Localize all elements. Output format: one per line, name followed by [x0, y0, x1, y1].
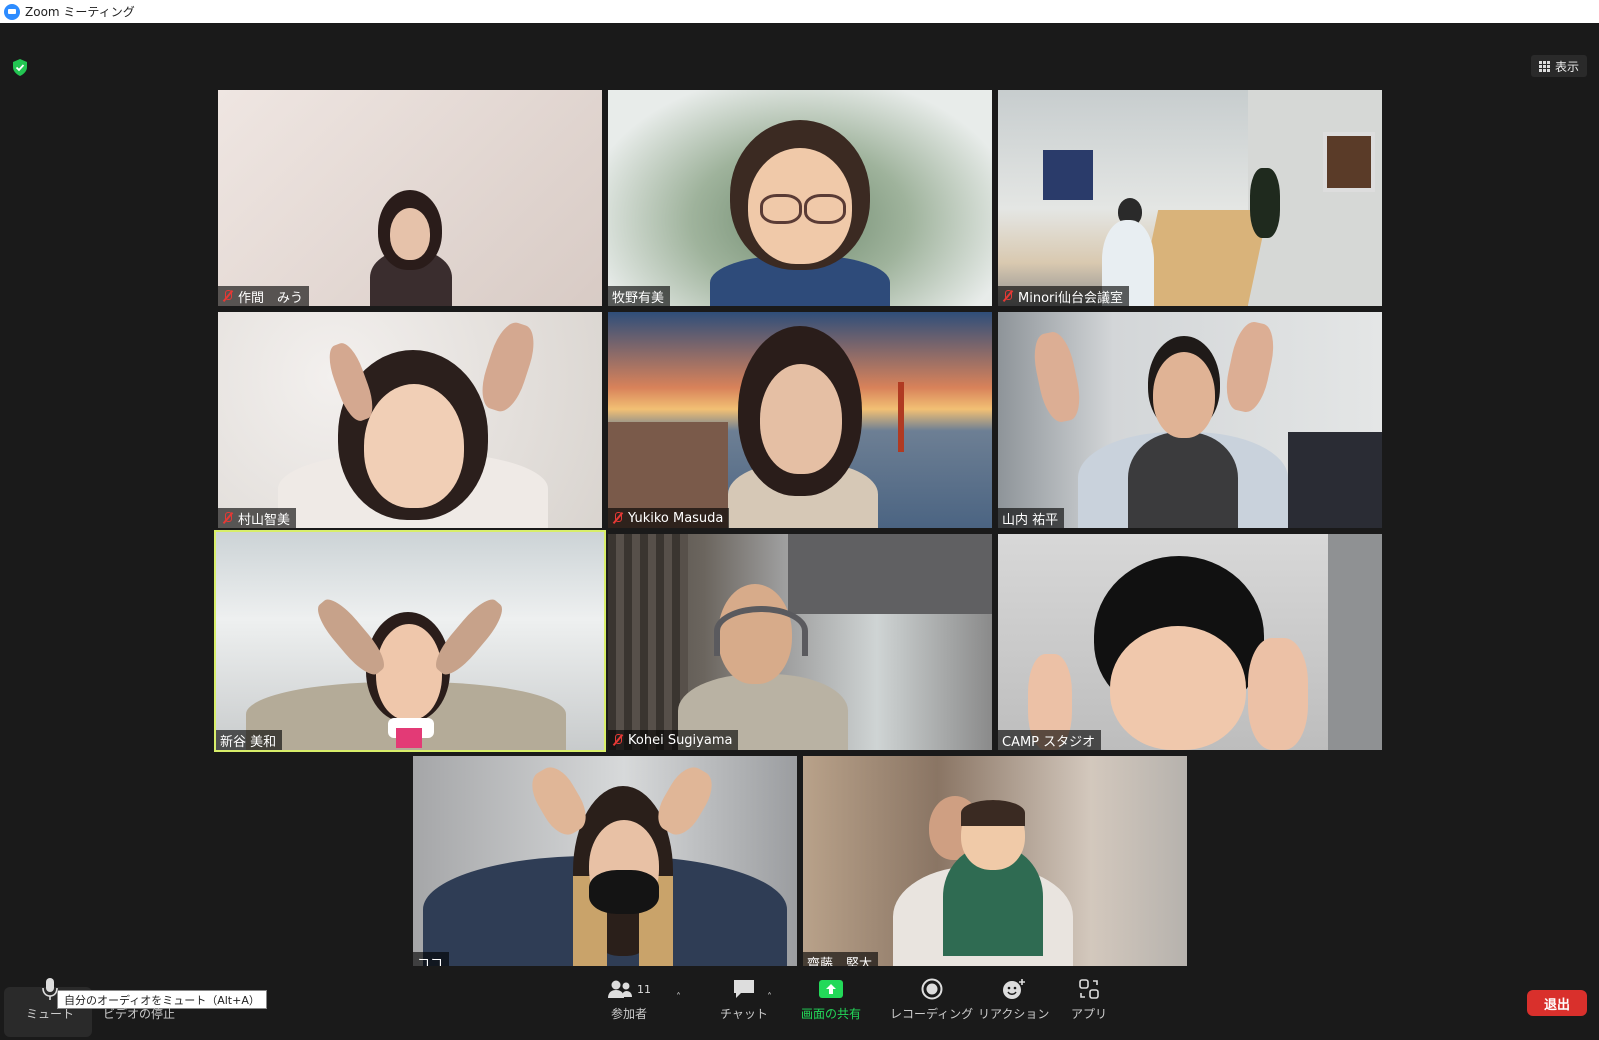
apps-icon	[1079, 979, 1099, 999]
record-icon	[921, 978, 943, 1000]
participants-button[interactable]: 11 参加者	[607, 976, 651, 1022]
video-tile[interactable]: Minori仙台会議室	[998, 90, 1382, 306]
participant-name-tag: Kohei Sugiyama	[608, 730, 739, 750]
video-tile[interactable]: Kohei Sugiyama	[608, 534, 992, 750]
video-tile[interactable]: Yukiko Masuda	[608, 312, 992, 528]
microphone-icon	[42, 978, 58, 1000]
reaction-button[interactable]: リアクション	[978, 976, 1049, 1022]
title-bar: Zoom ミーティング	[0, 0, 1599, 23]
zoom-logo-icon	[4, 3, 20, 20]
video-tile-active-speaker[interactable]: 新谷 美和	[214, 530, 606, 752]
participant-name: 新谷 美和	[220, 734, 277, 750]
record-button[interactable]: レコーディング	[890, 976, 973, 1022]
video-stop-button[interactable]: ビデオの停止	[103, 976, 175, 1022]
apps-button[interactable]: アプリ	[1071, 976, 1107, 1022]
video-tile[interactable]: ココ	[413, 756, 797, 972]
record-label: レコーディング	[890, 1007, 974, 1021]
participant-name: Yukiko Masuda	[628, 510, 724, 526]
participant-name-tag: CAMP スタジオ	[998, 730, 1102, 750]
apps-label: アプリ	[1071, 1007, 1108, 1021]
chat-label: チャット	[720, 1007, 768, 1021]
reaction-smiley-icon	[1002, 979, 1025, 999]
participant-name-tag: Yukiko Masuda	[608, 508, 730, 528]
video-tile[interactable]: 牧野有美	[608, 90, 992, 306]
participant-name-tag: 作間 みう	[218, 286, 310, 306]
share-screen-icon	[819, 980, 843, 998]
video-tile[interactable]: CAMP スタジオ	[998, 534, 1382, 750]
mic-muted-icon	[1002, 289, 1014, 303]
mic-muted-icon	[222, 289, 234, 303]
window-title: Zoom ミーティング	[25, 5, 135, 19]
participant-name: 作間 みう	[238, 290, 304, 306]
grid-view-icon	[1538, 60, 1550, 72]
view-label: 表示	[1554, 59, 1579, 74]
participant-name: 山内 祐平	[1002, 512, 1059, 528]
video-stop-label: ビデオの停止	[103, 1007, 176, 1021]
chat-button[interactable]: チャット	[720, 976, 768, 1022]
mic-muted-icon	[222, 511, 234, 525]
participants-caret-icon[interactable]: ˄	[676, 992, 681, 1003]
video-tile[interactable]: 山内 祐平	[998, 312, 1382, 528]
participant-name: 村山智美	[238, 512, 291, 528]
share-screen-button[interactable]: 画面の共有	[801, 976, 861, 1022]
participants-count: 11	[637, 982, 651, 996]
video-tile[interactable]: 作間 みう	[218, 90, 602, 306]
video-tile[interactable]: 齋藤 堅太	[803, 756, 1187, 972]
leave-button[interactable]: 退出	[1527, 990, 1587, 1016]
participant-name: Kohei Sugiyama	[628, 732, 733, 748]
security-shield-icon[interactable]	[12, 59, 28, 76]
mic-muted-icon	[612, 733, 624, 747]
chat-icon	[733, 980, 754, 998]
participant-name-tag: 村山智美	[218, 508, 297, 528]
participant-name-tag: 新谷 美和	[216, 730, 283, 750]
participant-name-tag: 牧野有美	[608, 286, 671, 306]
participants-icon	[608, 980, 632, 998]
video-tile[interactable]: 村山智美	[218, 312, 602, 528]
participant-name-tag: 山内 祐平	[998, 508, 1065, 528]
mic-muted-icon	[612, 511, 624, 525]
participant-name: 牧野有美	[612, 290, 665, 306]
view-button[interactable]: 表示	[1530, 55, 1587, 77]
participant-name-tag: Minori仙台会議室	[998, 286, 1129, 306]
share-screen-label: 画面の共有	[801, 1007, 862, 1021]
participants-label: 参加者	[610, 1007, 647, 1021]
chat-caret-icon[interactable]: ˄	[767, 992, 772, 1003]
participant-name: Minori仙台会議室	[1018, 290, 1123, 306]
reaction-label: リアクション	[978, 1007, 1050, 1021]
participant-name: CAMP スタジオ	[1002, 734, 1096, 750]
